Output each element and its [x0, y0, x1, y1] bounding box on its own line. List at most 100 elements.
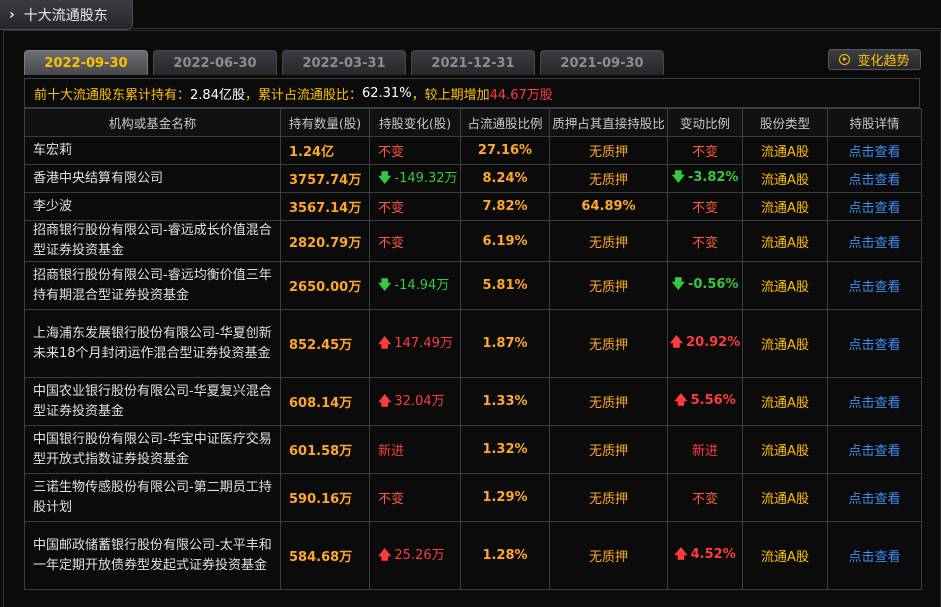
- share-type: 流通A股: [742, 261, 828, 310]
- float-pct: 1.28%: [460, 521, 550, 590]
- holding-qty: 2650.00万: [280, 261, 370, 310]
- table-row: 中国农业银行股份有限公司-华夏复兴混合型证券投资基金 608.14万 🡅 32.04万…: [24, 377, 922, 426]
- share-type: 流通A股: [742, 220, 828, 262]
- col-header-type[interactable]: 股份类型: [742, 108, 828, 137]
- holding-qty: 2820.79万: [280, 220, 370, 262]
- table-row: 香港中央结算有限公司 3757.74万 🡇 -149.32万 8.24% 无质押 🡇 -3.8…: [24, 164, 922, 193]
- holding-change: 🡅 147.49万: [369, 309, 461, 378]
- detail-link[interactable]: 点击查看: [827, 136, 922, 165]
- share-type: 流通A股: [742, 164, 828, 193]
- pledge-ratio: 无质押: [549, 425, 668, 474]
- col-header-change[interactable]: 持股变化(股): [369, 108, 461, 137]
- play-circle-icon: [839, 54, 851, 65]
- share-type: 流通A股: [742, 521, 828, 590]
- share-type: 流通A股: [742, 192, 828, 221]
- detail-link[interactable]: 点击查看: [827, 164, 922, 193]
- arrow-down-icon: 🡇: [671, 276, 685, 292]
- detail-link[interactable]: 点击查看: [827, 377, 922, 426]
- holder-name: 香港中央结算有限公司: [24, 164, 281, 193]
- col-header-name[interactable]: 机构或基金名称: [24, 108, 281, 137]
- detail-link[interactable]: 点击查看: [827, 192, 922, 221]
- title-divider: [132, 28, 941, 29]
- change-ratio: 不变: [667, 136, 743, 165]
- change-ratio: 🡅 4.52%: [667, 521, 743, 590]
- table-row: 中国银行股份有限公司-华宝中证医疗交易型开放式指数证券投资基金 601.58万 新进…: [24, 425, 922, 474]
- change-ratio: 不变: [667, 473, 743, 522]
- pledge-ratio: 无质押: [549, 309, 668, 378]
- arrow-up-icon: 🡅: [378, 393, 392, 409]
- table-row: 上海浦东发展银行股份有限公司-华夏创新未来18个月封闭运作混合型证券投资基金 85…: [24, 309, 922, 378]
- tab-2021-12-31[interactable]: 2021-12-31: [411, 50, 535, 75]
- pledge-ratio: 无质押: [549, 261, 668, 310]
- holding-qty: 608.14万: [280, 377, 370, 426]
- col-header-change-ratio[interactable]: 变动比例: [667, 108, 743, 137]
- share-type: 流通A股: [742, 425, 828, 474]
- tab-2022-03-31[interactable]: 2022-03-31: [282, 50, 406, 75]
- share-type: 流通A股: [742, 309, 828, 378]
- col-header-pct[interactable]: 占流通股比例: [460, 108, 550, 137]
- table-row: 中国邮政储蓄银行股份有限公司-太平丰和一年定期开放债券型发起式证券投资基金 584…: [24, 521, 922, 590]
- float-pct: 1.87%: [460, 309, 550, 378]
- pledge-ratio: 无质押: [549, 220, 668, 262]
- pledge-ratio: 无质押: [549, 521, 668, 590]
- tab-2021-09-30[interactable]: 2021-09-30: [540, 50, 664, 75]
- detail-link[interactable]: 点击查看: [827, 261, 922, 310]
- summary-increase: 44.67万股: [489, 87, 553, 103]
- summary-ratio: 62.31%: [361, 85, 412, 101]
- title-bar: › 十大流通股东: [0, 0, 941, 30]
- holder-name: 中国邮政储蓄银行股份有限公司-太平丰和一年定期开放债券型发起式证券投资基金: [24, 521, 281, 590]
- holder-name: 车宏莉: [24, 136, 281, 165]
- share-type: 流通A股: [742, 377, 828, 426]
- detail-link[interactable]: 点击查看: [827, 473, 922, 522]
- chevron-right-icon: ›: [9, 6, 15, 23]
- holder-name: 招商银行股份有限公司-睿远均衡价值三年持有期混合型证券投资基金: [24, 261, 281, 310]
- table-header-row: 机构或基金名称 持有数量(股) 持股变化(股) 占流通股比例 质押占其直接持股比…: [24, 108, 922, 137]
- holding-change: 🡇 -149.32万: [369, 164, 461, 193]
- detail-link[interactable]: 点击查看: [827, 309, 922, 378]
- change-ratio: 🡇 -0.56%: [667, 261, 743, 310]
- holding-change: 不变: [369, 473, 461, 522]
- holder-name: 上海浦东发展银行股份有限公司-华夏创新未来18个月封闭运作混合型证券投资基金: [24, 309, 281, 378]
- detail-link[interactable]: 点击查看: [827, 220, 922, 262]
- table-body: 车宏莉 1.24亿 不变 27.16% 无质押 不变 流通A股 点击查看 香港中央结算有限公司 3…: [24, 136, 922, 590]
- holder-name: 招商银行股份有限公司-睿远成长价值混合型证券投资基金: [24, 220, 281, 262]
- section-title: 十大流通股东: [23, 7, 108, 24]
- trend-button-label: 变化趋势: [857, 54, 910, 69]
- holder-name: 中国农业银行股份有限公司-华夏复兴混合型证券投资基金: [24, 377, 281, 426]
- tab-2022-09-30[interactable]: 2022-09-30: [24, 50, 148, 75]
- float-pct: 1.32%: [460, 425, 550, 474]
- table-row: 李少波 3567.14万 不变 7.82% 64.89% 不变 流通A股 点击查看: [24, 192, 922, 221]
- summary-mid2: ，较上期增加: [411, 87, 490, 103]
- col-header-detail[interactable]: 持股详情: [827, 108, 922, 137]
- holding-qty: 852.45万: [280, 309, 370, 378]
- section-title-tab[interactable]: › 十大流通股东: [0, 0, 133, 30]
- arrow-down-icon: 🡇: [378, 170, 392, 186]
- holding-change: 新进: [369, 425, 461, 474]
- table-row: 车宏莉 1.24亿 不变 27.16% 无质押 不变 流通A股 点击查看: [24, 136, 922, 165]
- summary-mid: ，累计占流通股比：: [244, 87, 362, 103]
- summary-bar: 前十大流通股东累计持有： 2.84亿股 ，累计占流通股比： 62.31% ，较上…: [24, 78, 920, 108]
- holding-change: 不变: [369, 220, 461, 262]
- change-ratio: 🡅 20.92%: [667, 309, 743, 378]
- summary-prefix: 前十大流通股东累计持有：: [34, 87, 191, 103]
- holding-change: 不变: [369, 192, 461, 221]
- detail-link[interactable]: 点击查看: [827, 521, 922, 590]
- shareholders-panel: 2022-09-30 2022-06-30 2022-03-31 2021-12…: [3, 30, 941, 607]
- float-pct: 7.82%: [460, 192, 550, 221]
- arrow-up-icon: 🡅: [378, 335, 392, 351]
- arrow-up-icon: 🡅: [378, 547, 392, 563]
- col-header-pledge[interactable]: 质押占其直接持股比: [549, 108, 668, 137]
- arrow-up-icon: 🡅: [669, 334, 684, 350]
- holding-change: 🡅 25.26万: [369, 521, 461, 590]
- tab-2022-06-30[interactable]: 2022-06-30: [153, 50, 277, 75]
- pledge-ratio: 无质押: [549, 136, 668, 165]
- holder-name: 中国银行股份有限公司-华宝中证医疗交易型开放式指数证券投资基金: [24, 425, 281, 474]
- detail-link[interactable]: 点击查看: [827, 425, 922, 474]
- trend-button[interactable]: 变化趋势: [828, 49, 921, 70]
- col-header-qty[interactable]: 持有数量(股): [280, 108, 370, 137]
- holder-name: 李少波: [24, 192, 281, 221]
- float-pct: 6.19%: [460, 220, 550, 262]
- summary-held: 2.84亿股: [190, 87, 245, 103]
- pledge-ratio: 64.89%: [549, 192, 668, 221]
- float-pct: 1.29%: [460, 473, 550, 522]
